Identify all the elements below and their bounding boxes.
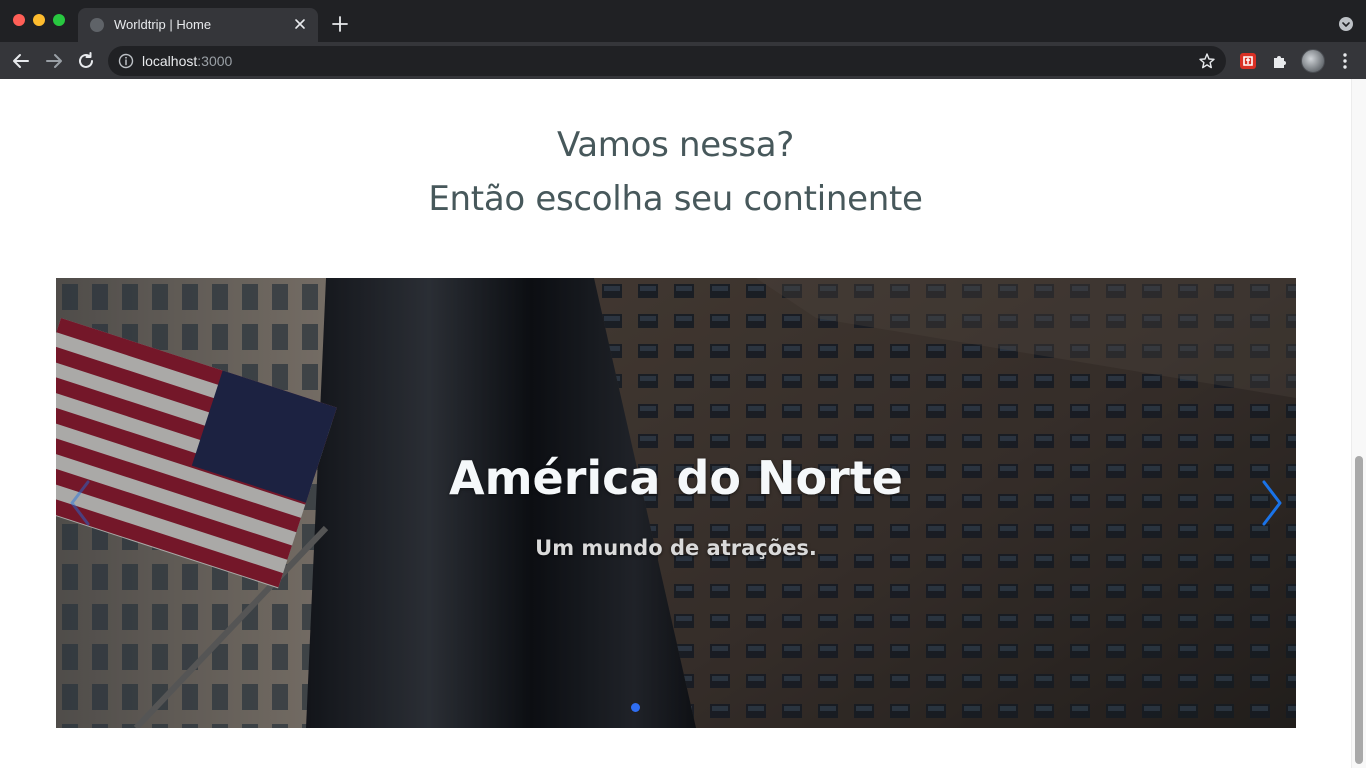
- forward-icon[interactable]: [43, 50, 65, 72]
- close-window-button[interactable]: [13, 14, 25, 26]
- previous-slide-arrow-icon[interactable]: [64, 478, 96, 528]
- profile-avatar[interactable]: [1301, 49, 1325, 73]
- url-port: :3000: [197, 53, 233, 69]
- slide-title[interactable]: América do Norte: [56, 451, 1296, 505]
- new-tab-icon[interactable]: [330, 14, 350, 34]
- maximize-window-button[interactable]: [53, 14, 65, 26]
- back-icon[interactable]: [10, 50, 32, 72]
- browser-chrome: Worldtrip | Home localhost:3000: [0, 0, 1366, 79]
- page-content: Vamos nessa? Então escolha seu continent…: [0, 79, 1366, 768]
- minimize-window-button[interactable]: [33, 14, 45, 26]
- more-menu-icon[interactable]: [1337, 51, 1353, 71]
- bookmark-star-icon[interactable]: [1198, 52, 1216, 70]
- tab-worldtrip[interactable]: Worldtrip | Home: [78, 8, 318, 42]
- url-host: localhost: [142, 53, 198, 69]
- info-icon[interactable]: [118, 53, 134, 69]
- globe-icon: [90, 18, 104, 32]
- close-tab-icon[interactable]: [292, 16, 308, 32]
- next-slide-arrow-icon[interactable]: [1256, 478, 1288, 528]
- url-text: localhost:3000: [142, 53, 232, 69]
- scrollbar-thumb[interactable]: [1355, 456, 1363, 764]
- extensions-puzzle-icon[interactable]: [1270, 51, 1290, 71]
- slide-subtitle: Um mundo de atrações.: [535, 536, 817, 560]
- browser-toolbar: localhost:3000: [0, 42, 1366, 79]
- extension-red-icon[interactable]: [1238, 51, 1258, 71]
- continent-carousel[interactable]: América do Norte Um mundo de atrações.: [56, 278, 1296, 728]
- section-heading-line2: Então escolha seu continente: [428, 179, 923, 219]
- pagination-dot-active[interactable]: [631, 703, 640, 712]
- page-scrollbar[interactable]: [1351, 79, 1366, 768]
- tab-strip: Worldtrip | Home: [0, 0, 1366, 42]
- reload-icon[interactable]: [75, 50, 97, 72]
- tab-title: Worldtrip | Home: [114, 17, 212, 32]
- address-bar[interactable]: localhost:3000: [108, 46, 1226, 76]
- tab-search-icon[interactable]: [1338, 16, 1354, 32]
- section-heading-line1: Vamos nessa?: [556, 125, 795, 165]
